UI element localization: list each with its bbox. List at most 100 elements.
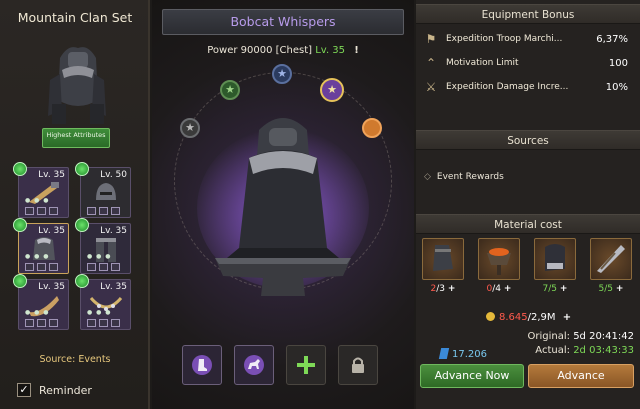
equipment-slot[interactable]: Lv. 50 <box>75 162 131 218</box>
power-value: Power 90000 <box>207 45 273 56</box>
reminder-toggle[interactable]: ✓ Reminder <box>17 383 92 397</box>
material-slot[interactable] <box>590 238 632 280</box>
material-count: 5/5 + <box>598 284 624 294</box>
slot-level: Lv. 35 <box>38 282 65 292</box>
boot-socket-button[interactable] <box>182 345 222 385</box>
upgrade-gem-icon <box>13 162 27 176</box>
material-cost-header: Material cost <box>416 214 640 234</box>
gem-cost: 17.206 <box>438 348 487 360</box>
equipment-slot-selected[interactable]: Lv. 35 ● ● ● <box>13 218 69 274</box>
mini-icon <box>49 207 58 215</box>
star-orb-purple-icon[interactable]: ★ <box>320 78 344 102</box>
mini-icon <box>111 207 120 215</box>
material-list: 2/3 + 0/4 + 7/5 + 5/5 + <box>416 232 640 302</box>
horse-socket-button[interactable] <box>234 345 274 385</box>
material-slot[interactable] <box>478 238 520 280</box>
gold-have: 8.645 <box>499 312 528 323</box>
gem-icon <box>438 348 450 359</box>
lock-icon <box>352 357 364 373</box>
mini-icon <box>87 207 96 215</box>
set-title: Mountain Clan Set <box>17 10 133 25</box>
gold-need: /2,9M <box>527 312 556 323</box>
slot-level: Lv. 50 <box>100 170 127 180</box>
upgrade-gem-icon <box>13 218 27 232</box>
slot-type: [Chest] <box>275 45 313 56</box>
item-power-line: Power 90000 [Chest] Lv. 35 ! <box>152 45 414 56</box>
star-orb-green-icon[interactable]: ★ <box>220 80 240 100</box>
brazier-material-icon <box>487 248 511 275</box>
original-time: 5d 20:41:42 <box>573 331 634 342</box>
source-label: Event Rewards <box>436 172 504 182</box>
equipment-slot[interactable]: Lv. 35 ● ● ● <box>75 274 131 330</box>
bonus-name: Motivation Limit <box>446 58 519 68</box>
mini-icon <box>49 319 58 327</box>
star-orb-blue-icon[interactable]: ★ <box>272 64 292 84</box>
upgrade-gem-icon <box>13 274 27 288</box>
chevron-icon: ⌃ <box>425 56 437 70</box>
set-source: Source: Events <box>39 354 111 365</box>
actual-time-label: Actual: <box>535 345 570 356</box>
material-slot[interactable] <box>422 238 464 280</box>
mini-icon <box>99 207 108 215</box>
blades-material-icon <box>597 245 625 273</box>
fur-glove-material-icon <box>545 244 565 271</box>
mini-icon <box>37 319 46 327</box>
advance-button[interactable]: Advance <box>528 364 634 388</box>
mini-icon <box>25 319 34 327</box>
bottom-actions <box>182 345 378 385</box>
star-dots: ● ● ● <box>25 253 50 260</box>
upgrade-gem-icon <box>75 162 89 176</box>
material-slot[interactable] <box>534 238 576 280</box>
actual-time: 2d 03:43:33 <box>573 345 634 356</box>
highest-attributes-button[interactable]: Highest Attributes <box>42 128 110 148</box>
equipment-slot[interactable]: Lv. 35 ● ● ● <box>13 162 69 218</box>
slot-level: Lv. 35 <box>38 170 65 180</box>
add-material-button[interactable]: + <box>560 284 568 294</box>
mini-icon <box>99 319 108 327</box>
star-dots: ● ● ● <box>87 309 112 316</box>
mini-icon <box>99 263 108 271</box>
crossed-swords-icon: ⚔ <box>425 80 437 94</box>
set-preview-image <box>48 47 106 124</box>
add-material-button[interactable]: + <box>448 284 456 294</box>
add-gold-button[interactable]: + <box>563 312 571 323</box>
gauntlet-material-icon <box>433 245 453 271</box>
helmet-icon <box>96 183 116 200</box>
slot-level: Lv. 35 <box>100 226 127 236</box>
gold-cost: 8.645/2,9M + <box>486 312 571 323</box>
add-material-button[interactable]: + <box>616 284 624 294</box>
add-socket-button[interactable] <box>286 345 326 385</box>
horse-icon <box>244 355 264 375</box>
bonus-value: 10% <box>605 81 628 93</box>
item-level: Lv. 35 <box>315 45 346 56</box>
material-count: 0/4 + <box>486 284 512 294</box>
checkbox-checked-icon[interactable]: ✓ <box>17 383 31 397</box>
source-item[interactable]: ◇ Event Rewards <box>424 172 504 182</box>
item-name: Bobcat Whispers <box>162 9 404 35</box>
add-material-button[interactable]: + <box>504 284 512 294</box>
equipment-slot[interactable]: Lv. 35 ● ● ● <box>75 218 131 274</box>
plus-icon <box>297 356 315 374</box>
locked-socket <box>338 345 378 385</box>
material-count: 2/3 + <box>430 284 456 294</box>
mini-icon <box>37 207 46 215</box>
original-time-label: Original: <box>527 331 571 342</box>
upgrade-gem-icon <box>75 218 89 232</box>
material-count: 7/5 + <box>542 284 568 294</box>
star-dots: ● ● ● <box>87 253 112 260</box>
bonus-value: 6,37% <box>596 33 628 45</box>
equipment-slot[interactable]: Lv. 35 ● ● ● <box>13 274 69 330</box>
equipment-bonus-header: Equipment Bonus <box>416 4 640 24</box>
bonus-name: Expedition Damage Incre... <box>446 82 569 92</box>
advance-now-button[interactable]: Advance Now <box>420 364 524 388</box>
item-view: Bobcat Whispers Power 90000 [Chest] Lv. … <box>152 0 414 409</box>
mini-icon <box>25 263 34 271</box>
alert-icon[interactable]: ! <box>354 45 359 56</box>
gold-coin-icon <box>486 312 495 321</box>
armor-on-anvil-image <box>197 118 369 296</box>
star-dots: ● ● ● <box>25 197 50 204</box>
duration-info: Original: 5d 20:41:42 Actual: 2d 03:43:3… <box>528 330 635 358</box>
mini-icon <box>87 263 96 271</box>
mini-icon <box>87 319 96 327</box>
sources-header: Sources <box>416 130 640 150</box>
